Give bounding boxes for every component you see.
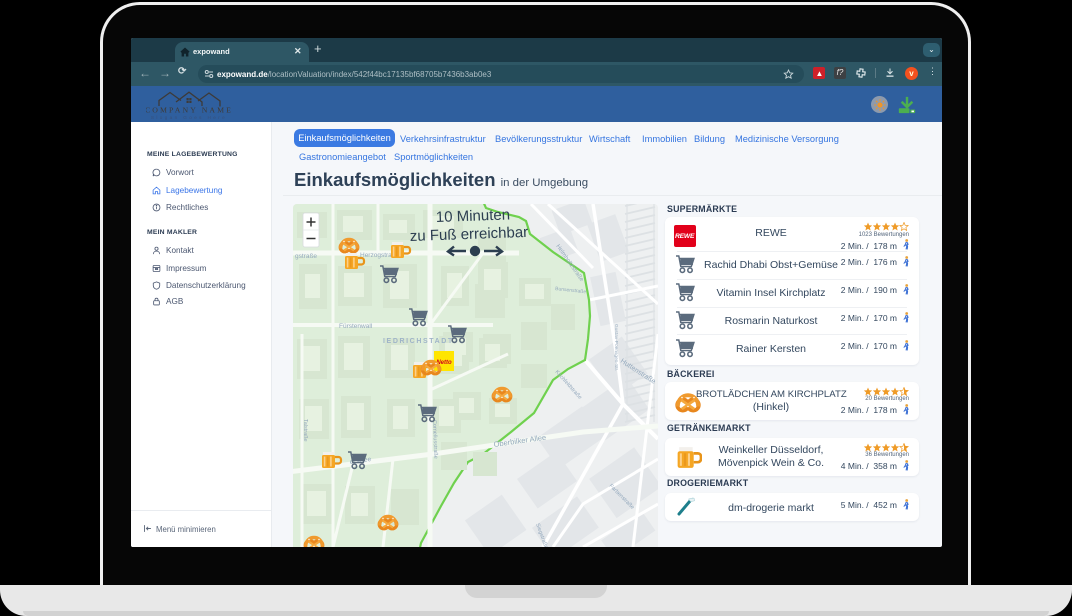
svg-text:Talstraße: Talstraße — [302, 419, 308, 442]
svg-text:10 Minuten: 10 Minuten — [436, 206, 511, 226]
svg-text:Gustav-Poensgen-Str.: Gustav-Poensgen-Str. — [613, 324, 619, 371]
svg-text:gstraße: gstraße — [295, 253, 317, 260]
svg-text:Fürstenwall: Fürstenwall — [339, 323, 373, 330]
svg-text:COMPANY NAME: COMPANY NAME — [146, 106, 233, 115]
svg-text:IEDRICHSTADT: IEDRICHSTADT — [383, 338, 454, 345]
svg-text:Slogan Goes Here: Slogan Goes Here — [151, 115, 227, 120]
